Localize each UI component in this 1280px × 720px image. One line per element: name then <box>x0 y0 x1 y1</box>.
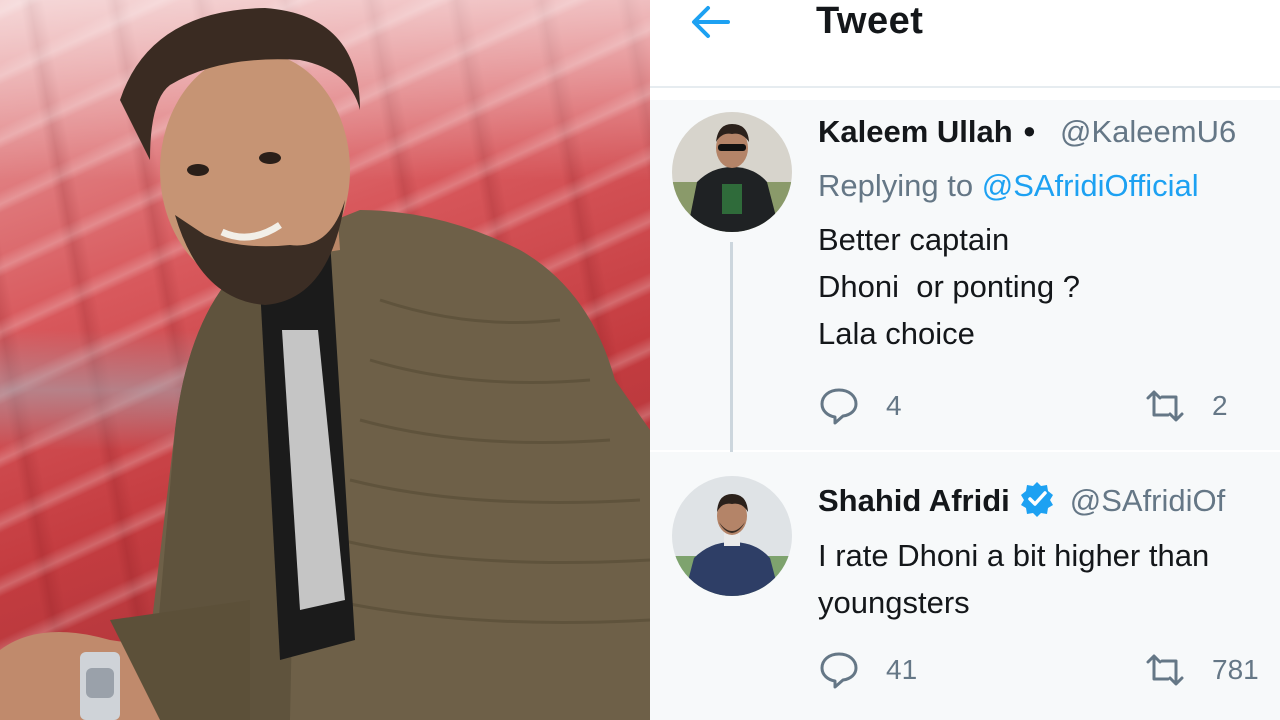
handle[interactable]: @KaleemU6 <box>1060 114 1236 149</box>
reply-count: 41 <box>886 654 918 685</box>
handle[interactable]: @SAfridiOf <box>1070 483 1226 518</box>
retweet-count: 781 <box>1212 654 1259 685</box>
verified-badge-icon <box>1020 482 1053 517</box>
tweet-author-row: Kaleem Ullah ● @KaleemU6 <box>818 114 1236 150</box>
avatar[interactable] <box>672 112 792 232</box>
retweet-button[interactable]: 2 <box>1144 384 1228 428</box>
tweet-text-line: youngsters <box>818 585 970 620</box>
tweet-text-line: I rate Dhoni a bit higher than <box>818 538 1210 573</box>
tweet-text-line: Better captain <box>818 222 1010 257</box>
tweet-panel: Tweet Kaleem Ullah ● @KaleemU6 Replying to… <box>650 0 1280 720</box>
reply-icon <box>820 652 858 689</box>
display-name[interactable]: Shahid Afridi <box>818 483 1010 518</box>
tweet-kaleem[interactable]: Kaleem Ullah ● @KaleemU6 Replying to @SAfr… <box>650 100 1280 464</box>
back-arrow-icon[interactable] <box>688 2 732 42</box>
retweet-icon <box>1146 390 1184 422</box>
reply-button[interactable]: 41 <box>818 648 917 692</box>
thread-connector <box>730 242 733 464</box>
retweet-icon <box>1146 654 1184 686</box>
avatar[interactable] <box>672 476 792 596</box>
tweet-author-row: Shahid Afridi @SAfridiOf <box>818 480 1225 519</box>
replying-to-label: Replying to <box>818 168 974 203</box>
tweet-text: Better captain Dhoni or ponting ? Lala cho… <box>818 216 1080 357</box>
retweet-button[interactable]: 781 <box>1144 648 1259 692</box>
photo-panel <box>0 0 650 720</box>
retweet-count: 2 <box>1212 390 1228 421</box>
tweet-text-line: Dhoni or ponting ? <box>818 269 1080 304</box>
tweet-actions: 41 781 <box>818 648 1280 692</box>
tweet-text-line: Lala choice <box>818 316 975 351</box>
reply-button[interactable]: 4 <box>818 384 902 428</box>
tweet-actions: 4 2 <box>818 384 1280 428</box>
mention-link[interactable]: @SAfridiOfficial <box>982 168 1199 203</box>
person-photo <box>0 8 650 720</box>
tweet-text: I rate Dhoni a bit higher than youngsters <box>818 532 1209 626</box>
page-title: Tweet <box>816 0 924 42</box>
tweet-header: Tweet <box>650 0 1280 88</box>
reply-count: 4 <box>886 390 902 421</box>
status-dot: ● <box>1022 118 1036 143</box>
replying-to: Replying to @SAfridiOfficial <box>818 168 1199 204</box>
tweet-afridi[interactable]: Shahid Afridi @SAfridiOf I rate Dhoni a … <box>650 452 1280 720</box>
reply-icon <box>820 388 858 425</box>
display-name[interactable]: Kaleem Ullah <box>818 114 1013 149</box>
